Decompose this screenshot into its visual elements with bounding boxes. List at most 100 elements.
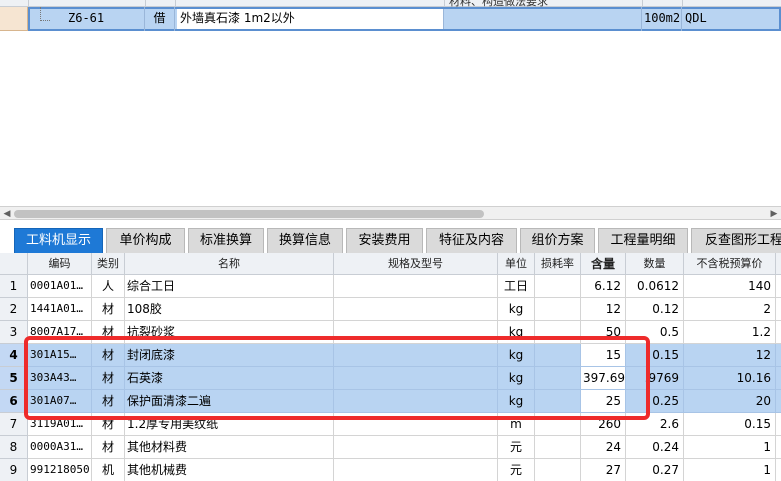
- cell-content[interactable]: 12: [581, 298, 626, 321]
- tab-installation-fee[interactable]: 安装费用: [346, 228, 423, 253]
- quota-feature-cell[interactable]: [444, 7, 642, 31]
- cell-content[interactable]: 25: [581, 390, 626, 413]
- cell-unit[interactable]: 元: [498, 459, 535, 481]
- col-content-header[interactable]: 含量: [581, 253, 626, 275]
- table-row[interactable]: 4 301A15… 材封闭底漆 kg 15 0.15 12: [0, 344, 781, 367]
- cell-category[interactable]: 材: [92, 390, 125, 413]
- cell-price[interactable]: 10.16: [684, 367, 776, 390]
- scrollbar-thumb[interactable]: [14, 210, 484, 218]
- cell-loss-rate[interactable]: [535, 390, 581, 413]
- tab-conversion-info[interactable]: 换算信息: [267, 228, 343, 253]
- table-row[interactable]: 2 1441A01… 材 108胶 kg 12 0.12 2: [0, 298, 781, 321]
- cell-code[interactable]: 1441A01…: [28, 298, 92, 321]
- tab-reverse-lookup[interactable]: 反查图形工程量: [691, 228, 781, 253]
- scroll-left-icon[interactable]: ◀: [1, 208, 13, 220]
- cell-category[interactable]: 人: [92, 275, 125, 298]
- cell-category[interactable]: 机: [92, 459, 125, 481]
- cell-spec[interactable]: [334, 459, 498, 481]
- row-indicator[interactable]: [0, 7, 28, 31]
- cell-quantity[interactable]: 2.6: [626, 413, 684, 436]
- col-loss-rate-header[interactable]: 损耗率: [535, 253, 581, 275]
- cell-unit[interactable]: kg: [498, 321, 535, 344]
- cell-content[interactable]: 397.69: [581, 367, 626, 390]
- horizontal-scrollbar[interactable]: ◀ ▶: [0, 206, 781, 220]
- cell-quantity[interactable]: 0.15: [626, 344, 684, 367]
- cell-name[interactable]: 其他材料费: [125, 436, 334, 459]
- cell-name[interactable]: 石英漆: [125, 367, 334, 390]
- cell-loss-rate[interactable]: [535, 367, 581, 390]
- tab-quantity-detail[interactable]: 工程量明细: [598, 228, 688, 253]
- table-row[interactable]: 7 3119A01… 材 1.2厚专用美纹纸 m 260 2.6 0.15: [0, 413, 781, 436]
- cell-loss-rate[interactable]: [535, 344, 581, 367]
- cell-content[interactable]: 24: [581, 436, 626, 459]
- cell-category[interactable]: 材: [92, 298, 125, 321]
- cell-price[interactable]: 12: [684, 344, 776, 367]
- tab-standard-conversion[interactable]: 标准换算: [188, 228, 264, 253]
- cell-spec[interactable]: [334, 436, 498, 459]
- cell-spec[interactable]: [334, 390, 498, 413]
- cell-category[interactable]: 材: [92, 344, 125, 367]
- quota-unit-cell[interactable]: 100m2: [642, 7, 682, 31]
- cell-quantity[interactable]: 0.27: [626, 459, 684, 481]
- cell-unit[interactable]: kg: [498, 344, 535, 367]
- cell-code[interactable]: 0000A31…: [28, 436, 92, 459]
- col-spec-header[interactable]: 规格及型号: [334, 253, 498, 275]
- cell-code[interactable]: 0001A01…: [28, 275, 92, 298]
- cell-name[interactable]: 封闭底漆: [125, 344, 334, 367]
- cell-quantity[interactable]: 0.5: [626, 321, 684, 344]
- cell-name[interactable]: 综合工日: [125, 275, 334, 298]
- cell-price[interactable]: 2: [684, 298, 776, 321]
- cell-code[interactable]: 303A43…: [28, 367, 92, 390]
- cell-price[interactable]: 1: [684, 436, 776, 459]
- cell-category[interactable]: 材: [92, 367, 125, 390]
- cell-unit[interactable]: m: [498, 413, 535, 436]
- cell-loss-rate[interactable]: [535, 321, 581, 344]
- col-price-header[interactable]: 不含税预算价: [684, 253, 776, 275]
- cell-name[interactable]: 1.2厚专用美纹纸: [125, 413, 334, 436]
- cell-loss-rate[interactable]: [535, 436, 581, 459]
- cell-code[interactable]: 8007A17…: [28, 321, 92, 344]
- cell-name[interactable]: 108胶: [125, 298, 334, 321]
- tab-unit-price-composition[interactable]: 单价构成: [106, 228, 185, 253]
- cell-price[interactable]: 20: [684, 390, 776, 413]
- cell-loss-rate[interactable]: [535, 298, 581, 321]
- cell-quantity[interactable]: 0.0612: [626, 275, 684, 298]
- cell-price[interactable]: 0.15: [684, 413, 776, 436]
- cell-loss-rate[interactable]: [535, 413, 581, 436]
- table-row[interactable]: 5 303A43… 材石英漆 kg 397.69.9769 10.16: [0, 367, 781, 390]
- table-row[interactable]: 6 301A07… 材保护面清漆二遍 kg 25 0.25 20: [0, 390, 781, 413]
- cell-unit[interactable]: kg: [498, 367, 535, 390]
- cell-code[interactable]: 3119A01…: [28, 413, 92, 436]
- quota-name-cell[interactable]: 外墙真石漆 1m2以外: [177, 9, 444, 29]
- cell-name[interactable]: 保护面清漆二遍: [125, 390, 334, 413]
- quota-qty-expr-cell[interactable]: QDL: [682, 7, 779, 31]
- col-quantity-header[interactable]: 数量: [626, 253, 684, 275]
- cell-content[interactable]: 27: [581, 459, 626, 481]
- cell-content[interactable]: 260: [581, 413, 626, 436]
- cell-code[interactable]: 301A15…: [28, 344, 92, 367]
- cell-name[interactable]: 其他机械费: [125, 459, 334, 481]
- cell-loss-rate[interactable]: [535, 275, 581, 298]
- table-row[interactable]: 1 0001A01… 人综合工日 工日 6.12 0.0612 140: [0, 275, 781, 298]
- cell-content[interactable]: 6.12: [581, 275, 626, 298]
- cell-content[interactable]: 50: [581, 321, 626, 344]
- cell-price[interactable]: 140: [684, 275, 776, 298]
- table-row[interactable]: 8 0000A31… 材其他材料费 元 24 0.24 1: [0, 436, 781, 459]
- cell-quantity[interactable]: 0.12: [626, 298, 684, 321]
- cell-unit[interactable]: kg: [498, 298, 535, 321]
- cell-spec[interactable]: [334, 367, 498, 390]
- tab-labor-material-machine[interactable]: 工料机显示: [14, 228, 103, 253]
- quota-type-cell[interactable]: 借: [145, 7, 175, 31]
- cell-spec[interactable]: [334, 298, 498, 321]
- table-row[interactable]: 3 8007A17… 材抗裂砂浆 kg 50 0.5 1.2: [0, 321, 781, 344]
- cell-code[interactable]: 301A07…: [28, 390, 92, 413]
- scroll-right-icon[interactable]: ▶: [768, 208, 780, 220]
- cell-quantity[interactable]: .9769: [626, 367, 684, 390]
- cell-unit[interactable]: 元: [498, 436, 535, 459]
- cell-price[interactable]: 1.2: [684, 321, 776, 344]
- cell-content[interactable]: 15: [581, 344, 626, 367]
- cell-category[interactable]: 材: [92, 413, 125, 436]
- col-unit-header[interactable]: 单位: [498, 253, 535, 275]
- cell-category[interactable]: 材: [92, 321, 125, 344]
- cell-spec[interactable]: [334, 275, 498, 298]
